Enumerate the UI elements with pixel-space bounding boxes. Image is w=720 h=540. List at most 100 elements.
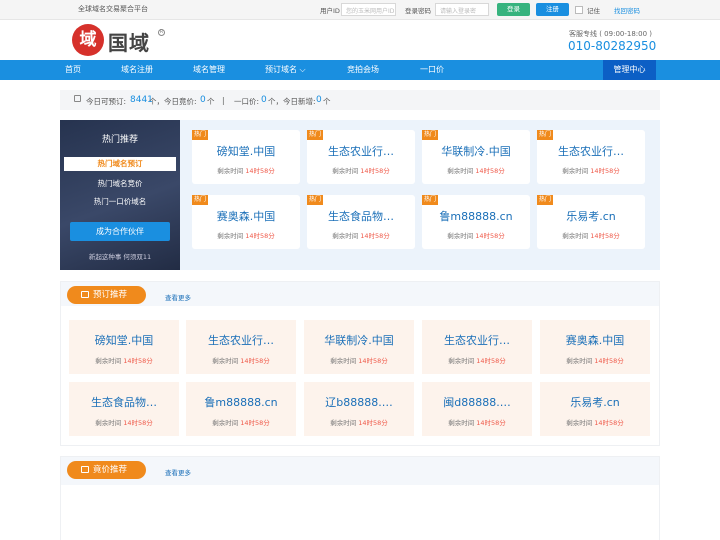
site-header: 域 国域 R 客服专线 ( 09:00-18:00 ) 010-80282950: [0, 20, 720, 60]
domain-name[interactable]: 磅知堂.中国: [196, 143, 296, 159]
remaining-time-value: 14时58分: [123, 357, 153, 365]
domain-name[interactable]: 生态农业行…: [311, 143, 411, 159]
domain-name[interactable]: 辽b88888.…: [308, 394, 410, 410]
remaining-time: 剩余时间 14时58分: [192, 165, 300, 175]
preorder-domain-card[interactable]: 乐易考.cn 剩余时间 14时58分: [540, 382, 650, 436]
domain-name[interactable]: 赛奥森.中国: [196, 208, 296, 224]
domain-name[interactable]: 华联制冷.中国: [426, 143, 526, 159]
remaining-time: 剩余时间 14时58分: [186, 417, 296, 427]
preorder-domain-card[interactable]: 鲁m88888.cn 剩余时间 14时58分: [186, 382, 296, 436]
sidebar-item-hot-auction[interactable]: 热门域名竞价: [60, 178, 180, 189]
remaining-time-value: 14时58分: [590, 167, 620, 175]
remaining-time-value: 14时58分: [358, 419, 388, 427]
domain-name[interactable]: 生态农业行…: [426, 332, 528, 348]
nav-preorder-label: 预订域名: [265, 65, 297, 74]
site-logo[interactable]: 域 国域 R: [72, 24, 172, 56]
hot-domain-card[interactable]: 热门 生态食品物… 剩余时间 14时58分: [307, 195, 415, 249]
domain-name[interactable]: 乐易考.cn: [544, 394, 646, 410]
stats-unit-end: 个: [323, 97, 331, 106]
preorder-domain-card[interactable]: 生态食品物… 剩余时间 14时58分: [69, 382, 179, 436]
domain-name[interactable]: 生态农业行…: [541, 143, 641, 159]
domain-name[interactable]: 鲁m88888.cn: [190, 394, 292, 410]
domain-name[interactable]: 闽d88888.…: [426, 394, 528, 410]
remaining-time-value: 14时58分: [360, 167, 390, 175]
nav-domain-manage[interactable]: 域名管理: [193, 60, 225, 80]
nav-fixed-price[interactable]: 一口价: [420, 60, 444, 80]
domain-name[interactable]: 生态食品物…: [311, 208, 411, 224]
domain-name[interactable]: 鲁m88888.cn: [426, 208, 526, 224]
remember-label: 记住: [587, 7, 600, 15]
preorder-domain-card[interactable]: 磅知堂.中国剩余时间 14时58分: [69, 320, 179, 374]
remaining-time-value: 14时58分: [590, 232, 620, 240]
folder-icon: [81, 291, 89, 298]
hot-domain-card[interactable]: 热门 磅知堂.中国 剩余时间 14时58分: [192, 130, 300, 184]
user-id-input[interactable]: 您的玉米网用户ID: [341, 3, 396, 16]
remaining-time-label: 剩余时间: [447, 232, 474, 240]
nav-auction[interactable]: 竞拍会场: [347, 60, 379, 80]
sidebar-item-hot-fixed[interactable]: 热门一口价域名: [60, 196, 180, 207]
domain-name[interactable]: 华联制冷.中国: [308, 332, 410, 348]
stats-fixed-label: 一口价:: [234, 97, 260, 106]
auction-more-link[interactable]: 查看更多: [165, 467, 191, 477]
hot-domain-card[interactable]: 热门 华联制冷.中国 剩余时间 14时58分: [422, 130, 530, 184]
domain-name[interactable]: 生态农业行…: [190, 332, 292, 348]
remaining-time: 剩余时间 14时58分: [540, 417, 650, 427]
remaining-time-label: 剩余时间: [332, 232, 359, 240]
preorder-domain-card[interactable]: 辽b88888.… 剩余时间 14时58分: [304, 382, 414, 436]
stats-new-label: 个，今日新增:: [268, 97, 316, 106]
domain-name[interactable]: 赛奥森.中国: [544, 332, 646, 348]
stats-separator: |: [222, 96, 225, 105]
hot-domain-card[interactable]: 热门 鲁m88888.cn 剩余时间 14时58分: [422, 195, 530, 249]
preorder-domain-card[interactable]: 生态农业行… 剩余时间 14时58分: [186, 320, 296, 374]
remaining-time: 剩余时间 14时58分: [69, 417, 179, 427]
remaining-time: 剩余时间 14时58分: [537, 165, 645, 175]
hot-domain-card[interactable]: 热门 生态农业行… 剩余时间 14时58分: [537, 130, 645, 184]
domain-name[interactable]: 磅知堂.中国: [73, 332, 175, 348]
preorder-domain-card[interactable]: 生态农业行… 剩余时间 14时58分: [422, 320, 532, 374]
forgot-password-link[interactable]: 找回密码: [614, 5, 640, 15]
registered-icon: R: [158, 29, 165, 36]
chevron-down-icon: ⌵: [299, 65, 306, 74]
remaining-time: 剩余时间 14时58分: [540, 355, 650, 365]
remaining-time-value: 14时58分: [475, 167, 505, 175]
sidebar-item-hot-preorder[interactable]: 热门域名预订: [64, 157, 176, 171]
hot-domain-card[interactable]: 热门 生态农业行… 剩余时间 14时58分: [307, 130, 415, 184]
domain-name[interactable]: 生态食品物…: [73, 394, 175, 410]
remaining-time-label: 剩余时间: [95, 419, 122, 427]
auction-section: 竟价推荐 查看更多: [60, 456, 660, 540]
become-partner-button[interactable]: 成为合作伙伴: [70, 222, 170, 241]
preorder-domain-card[interactable]: 闽d88888.… 剩余时间 14时58分: [422, 382, 532, 436]
nav-domain-register[interactable]: 域名注册: [121, 60, 153, 80]
hot-domain-card[interactable]: 热门 赛奥森.中国 剩余时间 14时58分: [192, 195, 300, 249]
remaining-time: 剩余时间 14时58分: [307, 230, 415, 240]
remaining-time-value: 14时58分: [476, 357, 506, 365]
login-button[interactable]: 登录: [497, 3, 530, 16]
preorder-domain-card[interactable]: 华联制冷.中国 剩余时间 14时58分: [304, 320, 414, 374]
remaining-time: 剩余时间 14时58分: [422, 230, 530, 240]
preorder-domain-card[interactable]: 赛奥森.中国剩余时间 14时58分: [540, 320, 650, 374]
remaining-time-label: 剩余时间: [448, 419, 475, 427]
remember-checkbox[interactable]: [575, 6, 583, 14]
preorder-more-link[interactable]: 查看更多: [165, 292, 191, 302]
domain-name[interactable]: 乐易考.cn: [541, 208, 641, 224]
stats-new-count: 0: [316, 95, 322, 105]
remaining-time-label: 剩余时间: [95, 357, 122, 365]
nav-preorder[interactable]: 预订域名 ⌵: [265, 60, 306, 80]
password-input[interactable]: 请输入登录密: [435, 3, 489, 16]
remaining-time-value: 14时58分: [245, 167, 275, 175]
manage-center-button[interactable]: 管理中心: [603, 60, 656, 80]
hot-sidebar: 热门推荐 热门域名预订 热门域名竞价 热门一口价域名 成为合作伙伴 新起这种事 …: [60, 120, 180, 270]
auction-title-button[interactable]: 竟价推荐: [67, 461, 146, 479]
hot-tag: 热门: [307, 130, 323, 140]
register-button[interactable]: 注册: [536, 3, 569, 16]
remaining-time-value: 14时58分: [240, 419, 270, 427]
password-label: 登录密码: [405, 7, 431, 15]
hot-domain-card[interactable]: 热门 乐易考.cn 剩余时间 14时58分: [537, 195, 645, 249]
remaining-time: 剩余时间 14时58分: [422, 355, 532, 365]
preorder-section-header: 预订推荐 查看更多: [61, 282, 659, 306]
auction-section-header: 竟价推荐 查看更多: [61, 457, 659, 485]
nav-home[interactable]: 首页: [65, 60, 81, 80]
remaining-time-value: 14时58分: [594, 419, 624, 427]
remaining-time-label: 剩余时间: [217, 232, 244, 240]
preorder-title-button[interactable]: 预订推荐: [67, 286, 146, 304]
